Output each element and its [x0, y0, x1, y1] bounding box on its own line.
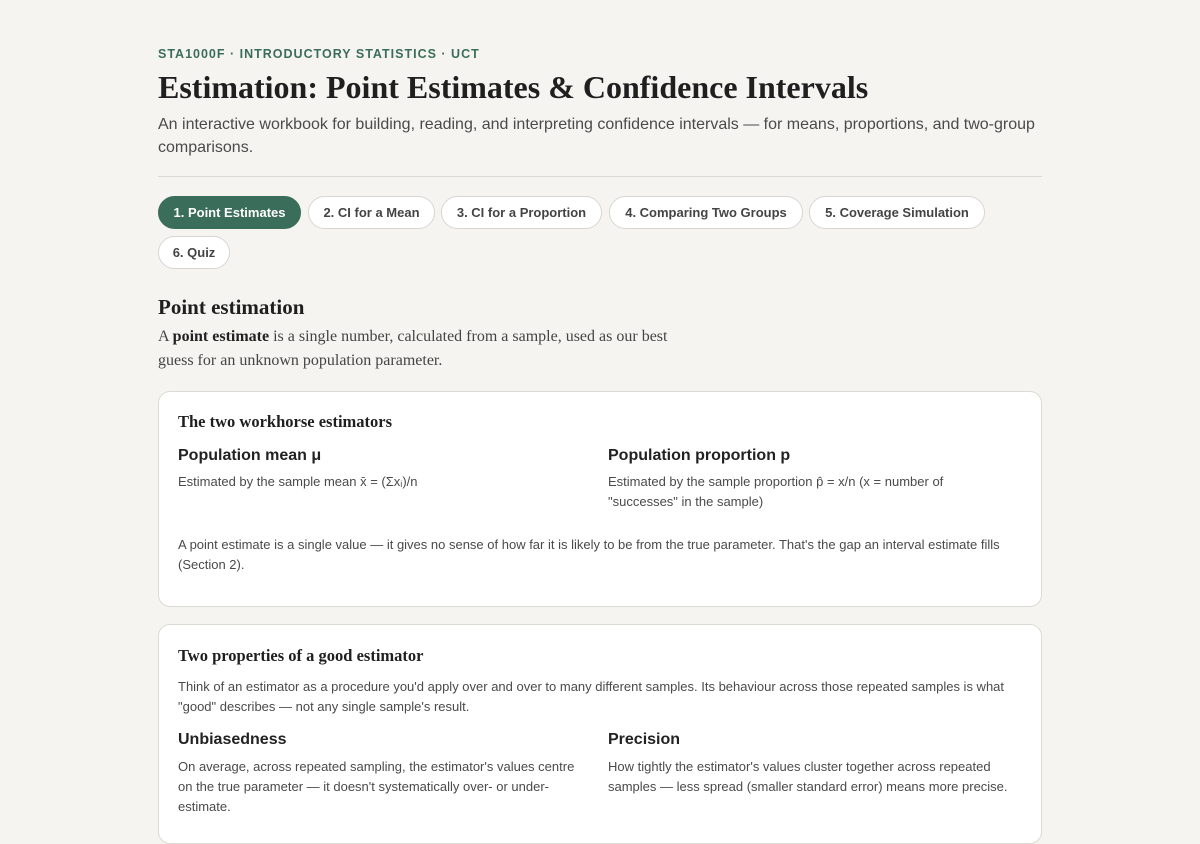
precision-text: How tightly the estimator's values clust… — [608, 759, 1008, 794]
section-heading: Point estimation — [158, 295, 305, 319]
proportion-heading: Population proportion p — [608, 447, 791, 464]
proportion-text: Estimated by the sample proportion p̂ = … — [608, 474, 944, 509]
point-estimate-note: A point estimate is a single value — it … — [178, 537, 1000, 572]
tab-quiz[interactable]: 6. Quiz — [158, 236, 230, 269]
intro-prefix: A — [158, 328, 173, 345]
card-title: Two properties of a good estimator — [178, 646, 424, 665]
section-intro: A point estimate is a single number, cal… — [158, 325, 688, 373]
card-title: The two workhorse estimators — [178, 412, 393, 431]
properties-intro: Think of an estimator as a procedure you… — [178, 679, 1005, 714]
tab-ci-mean[interactable]: 2. CI for a Mean — [308, 196, 435, 229]
tab-coverage-simulation[interactable]: 5. Coverage Simulation — [809, 196, 985, 229]
unbiasedness-heading: Unbiasedness — [178, 731, 287, 748]
estimators-card: The two workhorse estimators Population … — [158, 391, 1042, 607]
divider — [158, 176, 1042, 177]
intro-term: point estimate — [172, 328, 270, 345]
page-title: Estimation: Point Estimates & Confidence… — [158, 69, 869, 105]
page-subtitle: An interactive workbook for building, re… — [158, 116, 1035, 156]
unbiasedness-text: On average, across repeated sampling, th… — [178, 759, 575, 814]
precision-heading: Precision — [608, 731, 681, 748]
tab-comparing-groups[interactable]: 4. Comparing Two Groups — [609, 196, 803, 229]
mean-heading: Population mean μ — [178, 447, 322, 464]
tab-point-estimates[interactable]: 1. Point Estimates — [158, 196, 301, 229]
tab-ci-proportion[interactable]: 3. CI for a Proportion — [441, 196, 602, 229]
properties-card: Two properties of a good estimator Think… — [158, 624, 1042, 844]
course-label: STA1000F · INTRODUCTORY STATISTICS · UCT — [158, 47, 480, 61]
mean-text: Estimated by the sample mean x̄ = (Σxᵢ)/… — [178, 474, 418, 489]
